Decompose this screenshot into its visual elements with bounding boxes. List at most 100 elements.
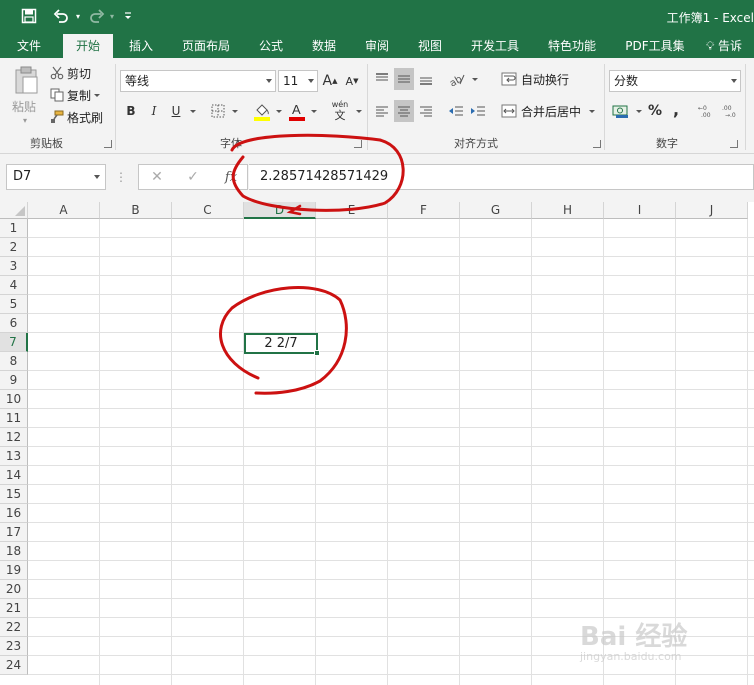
row-header-17[interactable]: 17	[0, 523, 28, 542]
decrease-indent-icon[interactable]	[446, 100, 466, 122]
row-header-20[interactable]: 20	[0, 580, 28, 599]
font-color-dropdown-icon[interactable]	[307, 100, 317, 122]
column-header-d[interactable]: D	[244, 202, 316, 219]
borders-dropdown-icon[interactable]	[228, 100, 238, 122]
row-header-18[interactable]: 18	[0, 542, 28, 561]
tab-formulas[interactable]: 公式	[252, 34, 290, 58]
active-cell[interactable]: 2 2/7	[244, 333, 318, 354]
scissors-icon[interactable]	[49, 65, 65, 81]
row-header-2[interactable]: 2	[0, 238, 28, 257]
copy-dropdown-icon[interactable]	[94, 93, 101, 97]
undo-dropdown-icon[interactable]: ▾	[74, 6, 82, 26]
number-launcher-icon[interactable]	[730, 140, 738, 148]
tab-file[interactable]: 文件	[10, 34, 48, 58]
copy-button[interactable]: 复制	[67, 87, 101, 103]
underline-dropdown-icon[interactable]	[186, 100, 196, 122]
wrap-text-icon[interactable]	[500, 70, 518, 88]
row-header-7[interactable]: 7	[0, 333, 28, 352]
row-header-19[interactable]: 19	[0, 561, 28, 580]
tab-tell-me[interactable]: 💡︎ 告诉	[706, 34, 754, 58]
format-painter-icon[interactable]	[49, 109, 65, 125]
row-header-6[interactable]: 6	[0, 314, 28, 333]
row-header-5[interactable]: 5	[0, 295, 28, 314]
column-header-h[interactable]: H	[532, 202, 604, 219]
row-header-11[interactable]: 11	[0, 409, 28, 428]
row-header-10[interactable]: 10	[0, 390, 28, 409]
name-box[interactable]: D7	[6, 164, 106, 190]
save-icon[interactable]	[18, 6, 40, 26]
decrease-decimal-icon[interactable]: .00 →.0	[720, 100, 740, 122]
paste-dropdown-icon[interactable]: ▾	[20, 116, 30, 125]
column-header-c[interactable]: C	[172, 202, 244, 219]
underline-button[interactable]: U	[167, 100, 185, 122]
paste-icon[interactable]	[10, 64, 42, 96]
font-color-icon[interactable]: A	[287, 100, 307, 122]
row-header-1[interactable]: 1	[0, 219, 28, 238]
worksheet-grid[interactable]: ABCDEFGHIJ 1 2 3 4 5 6 7 8 9 10 11 12 13 14 15 16 17 18 19…	[0, 202, 754, 685]
bottom-align-icon[interactable]	[416, 68, 436, 90]
font-size-select[interactable]: 11	[278, 70, 318, 92]
tab-home[interactable]: 开始	[63, 34, 113, 58]
align-right-icon[interactable]	[416, 100, 436, 122]
cancel-icon[interactable]: ✕	[147, 167, 167, 187]
font-name-select[interactable]: 等线	[120, 70, 276, 92]
row-header-9[interactable]: 9	[0, 371, 28, 390]
orientation-icon[interactable]: ab	[446, 68, 468, 90]
fill-handle[interactable]	[314, 350, 320, 356]
redo-dropdown-icon[interactable]: ▾	[108, 6, 116, 26]
column-header-g[interactable]: G	[460, 202, 532, 219]
clipboard-launcher-icon[interactable]	[104, 140, 112, 148]
merge-center-button[interactable]: 合并后居中	[521, 102, 596, 120]
align-left-icon[interactable]	[372, 100, 392, 122]
row-header-8[interactable]: 8	[0, 352, 28, 371]
percent-style-button[interactable]: %	[646, 100, 664, 122]
tab-data[interactable]: 数据	[305, 34, 343, 58]
undo-icon[interactable]	[50, 6, 72, 26]
column-header-e[interactable]: E	[316, 202, 388, 219]
row-header-16[interactable]: 16	[0, 504, 28, 523]
row-header-23[interactable]: 23	[0, 637, 28, 656]
tab-pdf-tools[interactable]: PDF工具集	[618, 34, 692, 58]
row-header-24[interactable]: 24	[0, 656, 28, 675]
borders-icon[interactable]	[209, 101, 227, 121]
row-header-12[interactable]: 12	[0, 428, 28, 447]
wrap-text-button[interactable]: 自动换行	[521, 70, 569, 88]
orientation-dropdown-icon[interactable]	[468, 68, 478, 90]
merge-dropdown-icon[interactable]	[589, 109, 596, 113]
insert-function-icon[interactable]: fx	[221, 167, 241, 187]
merge-center-icon[interactable]	[500, 102, 518, 120]
increase-decimal-icon[interactable]: ←0.00	[696, 100, 716, 122]
column-header-f[interactable]: F	[388, 202, 460, 219]
column-header-a[interactable]: A	[28, 202, 100, 219]
fill-color-dropdown-icon[interactable]	[272, 100, 282, 122]
column-header-b[interactable]: B	[100, 202, 172, 219]
tab-page-layout[interactable]: 页面布局	[175, 34, 237, 58]
row-header-21[interactable]: 21	[0, 599, 28, 618]
row-header-13[interactable]: 13	[0, 447, 28, 466]
bold-button[interactable]: B	[122, 100, 140, 122]
increase-indent-icon[interactable]	[468, 100, 488, 122]
column-header-i[interactable]: I	[604, 202, 676, 219]
format-painter-button[interactable]: 格式刷	[67, 109, 103, 125]
align-center-icon[interactable]	[394, 100, 414, 122]
tab-special-features[interactable]: 特色功能	[541, 34, 603, 58]
select-all-button[interactable]	[0, 202, 28, 219]
row-header-3[interactable]: 3	[0, 257, 28, 276]
decrease-font-size-icon[interactable]: A ▼	[344, 70, 360, 92]
alignment-launcher-icon[interactable]	[593, 140, 601, 148]
top-align-icon[interactable]	[372, 68, 392, 90]
row-header-22[interactable]: 22	[0, 618, 28, 637]
tab-insert[interactable]: 插入	[121, 34, 161, 58]
phonetic-dropdown-icon[interactable]	[352, 100, 362, 122]
enter-icon[interactable]: ✓	[183, 167, 203, 187]
italic-button[interactable]: I	[145, 100, 163, 122]
currency-dropdown-icon[interactable]	[632, 100, 642, 122]
comma-style-button[interactable]: ,	[668, 98, 684, 120]
middle-align-icon[interactable]	[394, 68, 414, 90]
phonetic-guide-icon[interactable]: wén 文	[328, 98, 352, 124]
copy-icon[interactable]	[49, 87, 65, 103]
fill-color-icon[interactable]	[252, 100, 272, 122]
tab-developer[interactable]: 开发工具	[464, 34, 526, 58]
row-header-14[interactable]: 14	[0, 466, 28, 485]
increase-font-size-icon[interactable]: A ▲	[322, 70, 338, 92]
